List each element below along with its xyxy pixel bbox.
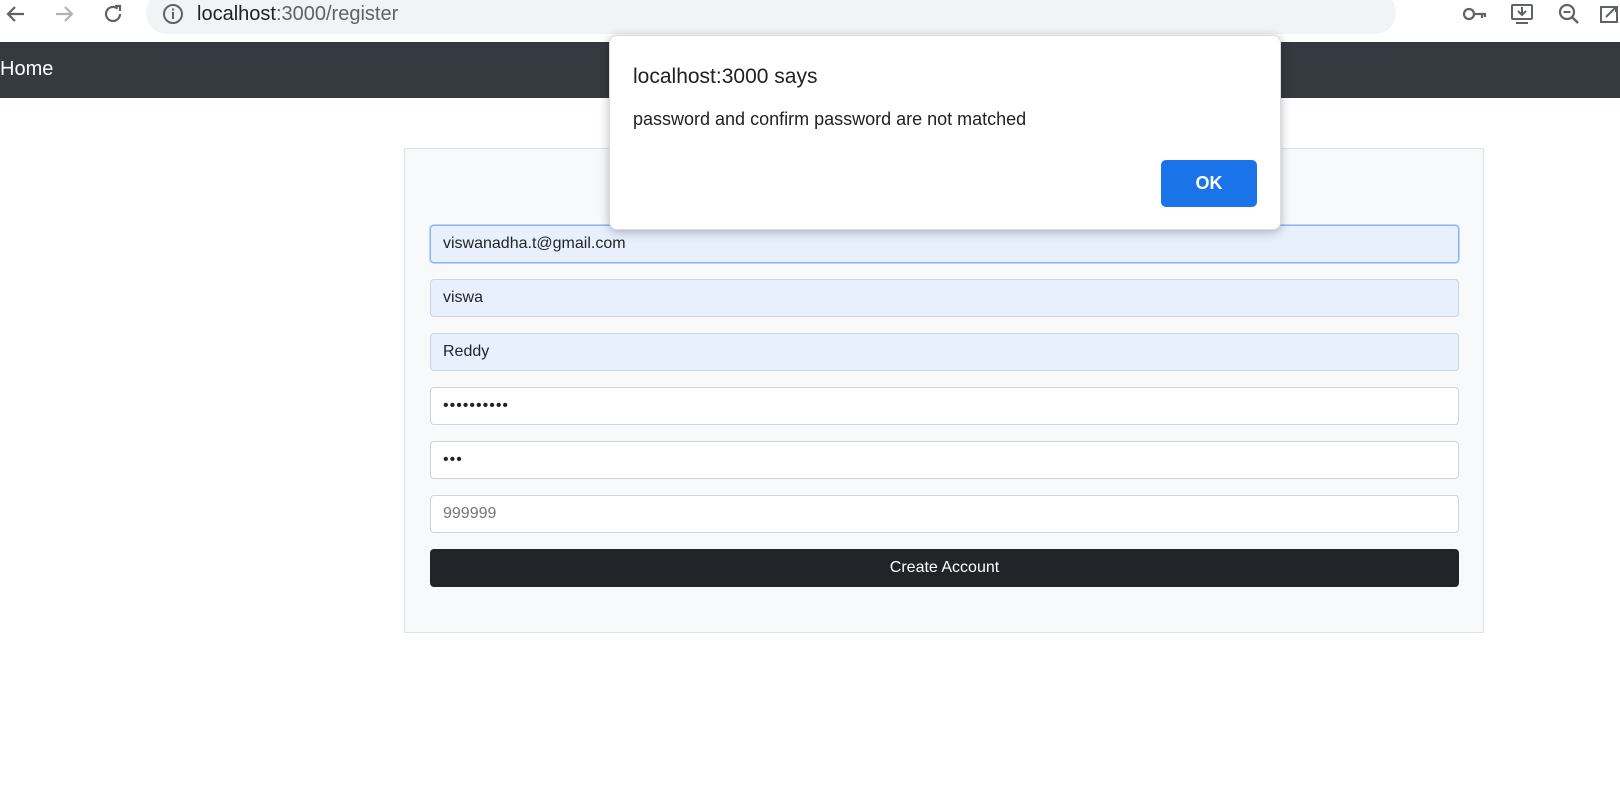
- back-arrow-icon[interactable]: [2, 0, 30, 28]
- first-name-input[interactable]: [430, 279, 1459, 317]
- install-icon[interactable]: [1507, 0, 1537, 28]
- email-input[interactable]: [430, 225, 1459, 263]
- url-host: localhost: [197, 3, 276, 25]
- dialog-title: localhost:3000 says: [633, 65, 818, 88]
- key-icon[interactable]: [1460, 0, 1490, 28]
- share-icon[interactable]: [1598, 0, 1620, 28]
- last-name-input[interactable]: [430, 333, 1459, 371]
- password-input[interactable]: [430, 387, 1459, 425]
- home-link[interactable]: Home: [0, 56, 53, 82]
- zoom-out-icon[interactable]: [1554, 0, 1584, 28]
- info-icon[interactable]: [159, 0, 187, 28]
- confirm-password-input[interactable]: [430, 441, 1459, 479]
- url-path: :3000/register: [275, 3, 399, 25]
- phone-input[interactable]: [430, 495, 1459, 533]
- forward-arrow-icon[interactable]: [50, 0, 78, 28]
- url-text[interactable]: localhost:3000/register: [197, 1, 398, 27]
- reload-icon[interactable]: [99, 0, 127, 28]
- create-account-button[interactable]: Create Account: [430, 549, 1459, 587]
- dialog-message: password and confirm password are not ma…: [633, 109, 1027, 129]
- alert-dialog: localhost:3000 says password and confirm…: [609, 35, 1281, 230]
- ok-button[interactable]: OK: [1161, 160, 1257, 207]
